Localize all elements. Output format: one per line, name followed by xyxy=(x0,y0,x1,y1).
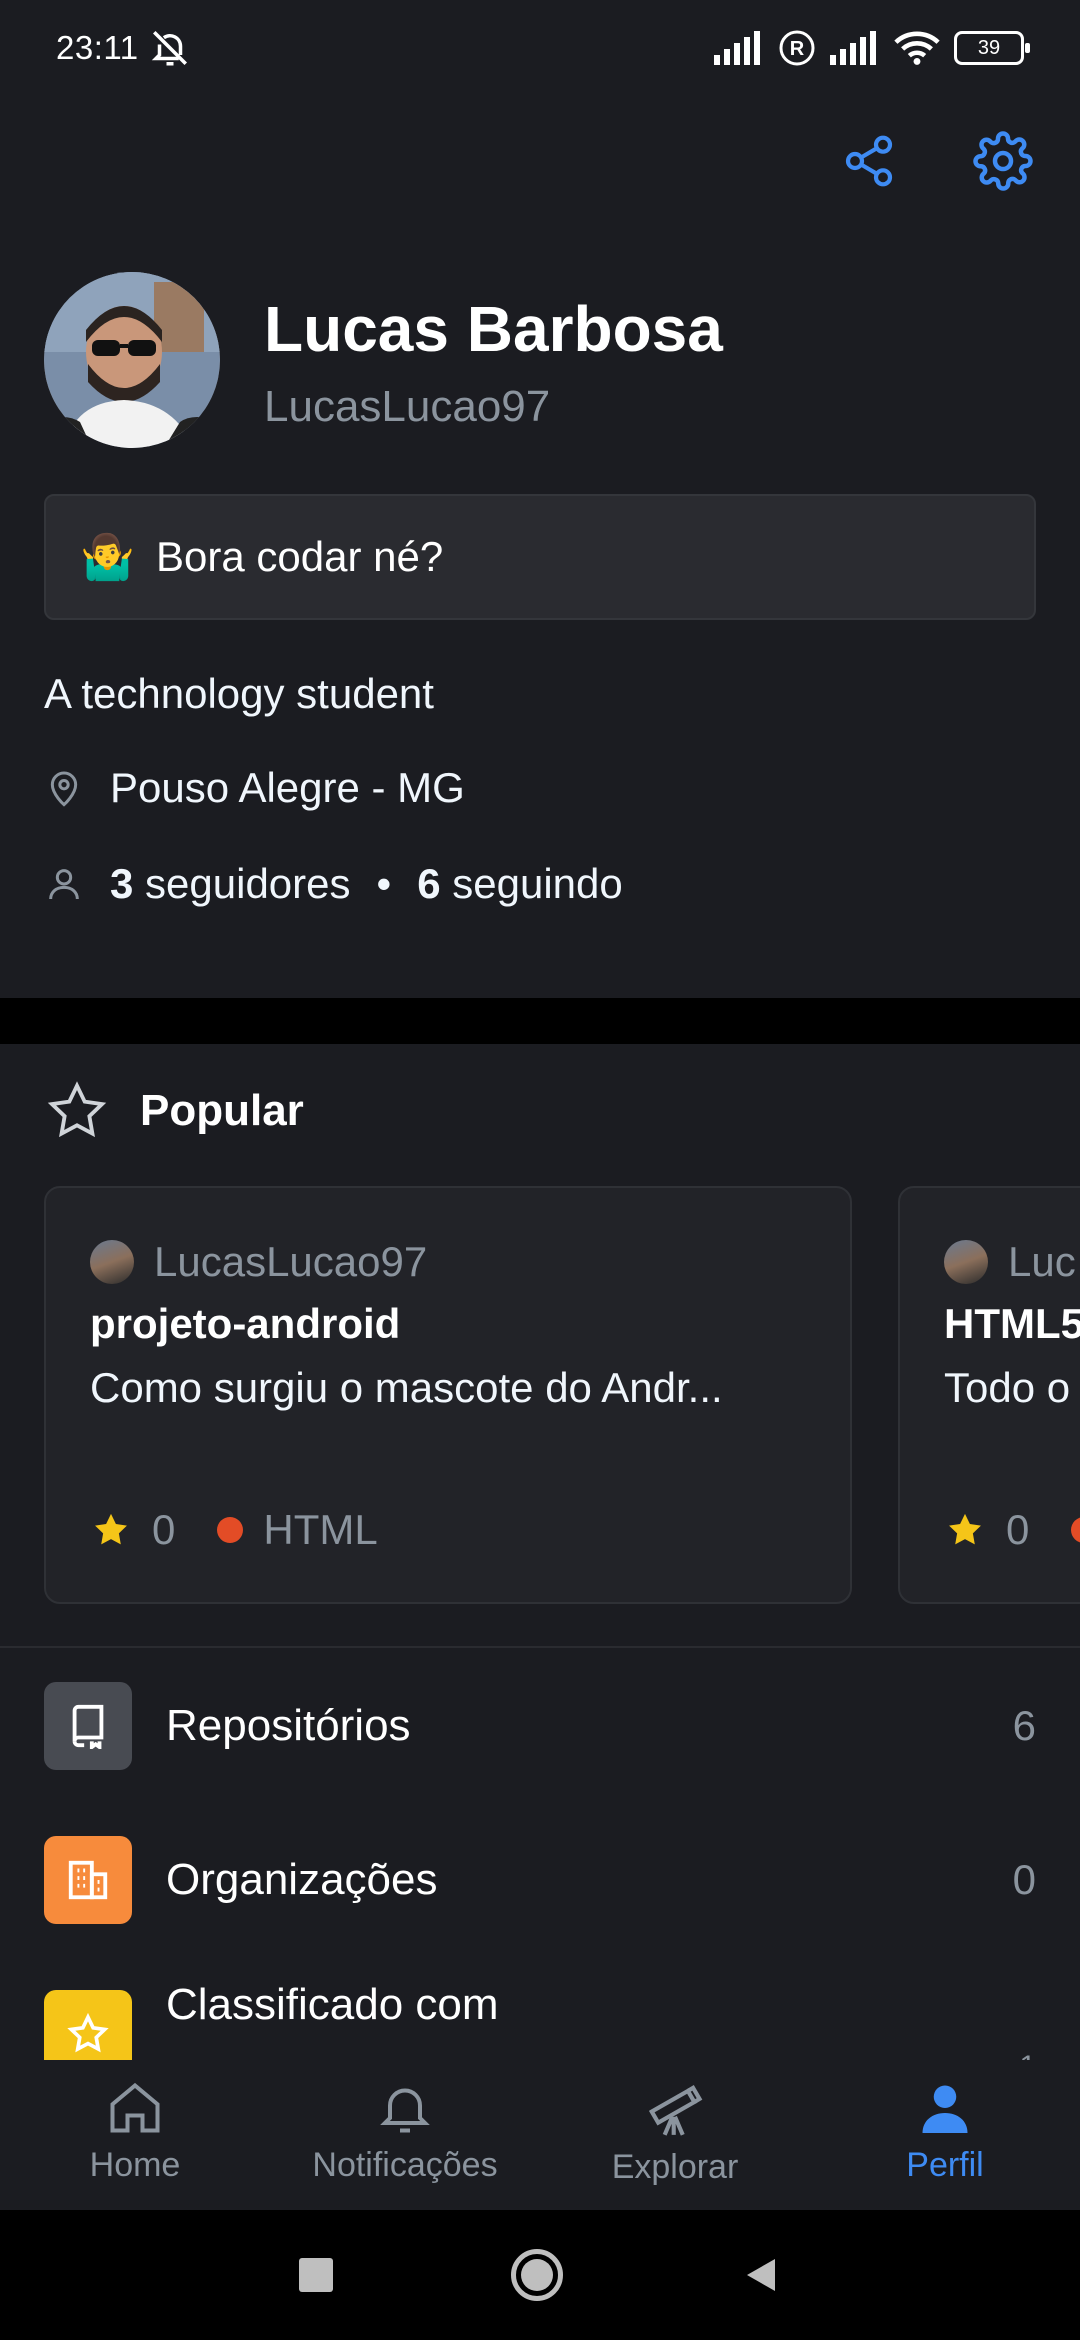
star-filled-icon xyxy=(95,1513,127,1545)
location-text: Pouso Alegre - MG xyxy=(110,764,465,811)
following-label: seguindo xyxy=(452,860,623,907)
avatar-image xyxy=(44,272,220,448)
nav-label: Home xyxy=(89,2146,181,2184)
star-count: 0 xyxy=(152,1506,176,1553)
wifi-icon xyxy=(894,31,940,65)
repo-description: Todo o xyxy=(944,1364,1071,1411)
popular-header: Popular xyxy=(44,1078,304,1144)
following-count: 6 xyxy=(417,860,441,907)
profile-header: Lucas Barbosa LucasLucao97 🤷‍♂️ Bora cod… xyxy=(0,96,1080,998)
menu-label: Organizações xyxy=(166,1855,438,1904)
recent-apps-icon[interactable] xyxy=(299,2258,333,2292)
repo-name: HTML5 xyxy=(944,1300,1080,1347)
popular-repo-card[interactable]: Luc HTML5 Todo o 0 xyxy=(898,1186,1080,1604)
back-icon[interactable] xyxy=(741,2255,781,2295)
divider xyxy=(0,1646,1080,1648)
home-circle-icon[interactable] xyxy=(511,2249,563,2301)
repo-icon-badge xyxy=(44,1682,132,1770)
language-color-dot xyxy=(1071,1517,1080,1543)
organization-icon-badge xyxy=(44,1836,132,1924)
nav-explore[interactable]: Explorar xyxy=(540,2060,810,2210)
person-icon xyxy=(922,2085,968,2133)
bell-icon xyxy=(380,2088,430,2133)
signal-icon xyxy=(714,31,760,65)
content-section: Popular LucasLucao97 projeto-android Com… xyxy=(0,1044,1080,2060)
mute-bell-icon xyxy=(151,31,187,66)
bottom-navigation: Home Notificações Explorar Perfil xyxy=(0,2060,1080,2210)
menu-count: 0 xyxy=(1012,1856,1036,1903)
user-status[interactable]: 🤷‍♂️ Bora codar né? xyxy=(44,494,1036,620)
repo-meta: 0 xyxy=(944,1506,1080,1554)
bio: A technology student xyxy=(44,670,434,717)
owner-name: Luc xyxy=(1008,1238,1076,1285)
share-button[interactable] xyxy=(824,116,914,206)
followers[interactable]: 3 seguidores xyxy=(110,860,351,908)
roaming-icon: R xyxy=(779,30,815,66)
status-text: Bora codar né? xyxy=(156,533,444,580)
display-name: Lucas Barbosa xyxy=(264,293,723,365)
location-row: Pouso Alegre - MG xyxy=(44,764,465,812)
signal-icon xyxy=(830,31,876,65)
home-icon xyxy=(110,2082,160,2133)
card-owner: LucasLucao97 xyxy=(90,1238,427,1286)
nav-profile[interactable]: Perfil xyxy=(810,2060,1080,2210)
follow-row[interactable]: 3 seguidores • 6 seguindo xyxy=(44,860,623,908)
popular-title: Popular xyxy=(140,1086,304,1135)
nav-label: Explorar xyxy=(611,2148,739,2186)
system-navigation-bar xyxy=(0,2210,1080,2340)
battery-level: 39 xyxy=(977,36,1001,59)
username: LucasLucao97 xyxy=(264,382,551,431)
share-icon xyxy=(845,135,893,187)
status-bar: 23:11 R 39 xyxy=(0,0,1080,96)
avatar[interactable] xyxy=(44,272,220,448)
nav-notifications[interactable]: Notificações xyxy=(270,2060,540,2210)
menu-item-repositories[interactable]: Repositórios 6 xyxy=(44,1682,1036,1770)
menu-item-starred[interactable]: Classificado com 1 xyxy=(44,1980,1036,2060)
star-icon xyxy=(67,2012,109,2053)
status-emoji: 🤷‍♂️ xyxy=(80,533,135,582)
repo-meta: 0 HTML xyxy=(90,1506,378,1554)
star-filled-icon xyxy=(949,1513,981,1545)
followers-label: seguidores xyxy=(145,860,351,907)
popular-repo-card[interactable]: LucasLucao97 projeto-android Como surgiu… xyxy=(44,1186,852,1604)
followers-count: 3 xyxy=(110,860,134,907)
repo-description: Como surgiu o mascote do Andr... xyxy=(90,1364,723,1411)
owner-avatar xyxy=(90,1240,134,1284)
svg-text:R: R xyxy=(790,38,805,60)
menu-label: Repositórios xyxy=(166,1701,411,1750)
location-pin-icon xyxy=(50,771,78,807)
menu-item-organizations[interactable]: Organizações 0 xyxy=(44,1836,1036,1924)
organization-icon xyxy=(68,1860,108,1900)
settings-button[interactable] xyxy=(958,116,1048,206)
star-outline-icon xyxy=(47,1081,107,1138)
menu-count: 6 xyxy=(1012,1702,1036,1749)
status-time: 23:11 xyxy=(56,29,139,66)
repo-icon xyxy=(72,1704,104,1749)
nav-label: Perfil xyxy=(906,2146,984,2184)
menu-label: Classificado com xyxy=(166,1980,499,2029)
owner-name: LucasLucao97 xyxy=(154,1238,428,1285)
telescope-icon xyxy=(648,2084,703,2136)
nav-label: Notificações xyxy=(312,2146,498,2184)
card-owner: Luc xyxy=(944,1238,1076,1286)
nav-home[interactable]: Home xyxy=(0,2060,270,2210)
repo-language: HTML xyxy=(263,1506,378,1553)
gear-icon xyxy=(973,131,1033,191)
battery-icon: 39 xyxy=(954,31,1030,65)
star-count: 0 xyxy=(1006,1506,1030,1553)
person-outline-icon xyxy=(49,869,79,900)
repo-name: projeto-android xyxy=(90,1300,401,1347)
menu-count: 1 xyxy=(1019,2050,1036,2060)
owner-avatar xyxy=(944,1240,988,1284)
separator-dot: • xyxy=(376,860,392,907)
language-color-dot xyxy=(217,1517,244,1543)
star-icon-badge xyxy=(44,1990,132,2060)
following[interactable]: 6 seguindo xyxy=(417,860,623,908)
